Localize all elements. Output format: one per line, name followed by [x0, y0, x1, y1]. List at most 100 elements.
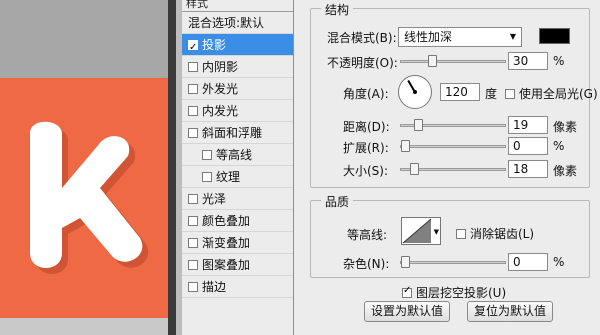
contour-picker[interactable]: ▼ [401, 217, 441, 245]
style-item-checkbox[interactable] [188, 37, 198, 59]
contour-label: 等高线: [347, 228, 388, 242]
anti-alias-checkbox-box[interactable] [456, 229, 466, 239]
noise-input[interactable]: 0 [508, 253, 548, 271]
size-input[interactable]: 18 [508, 160, 548, 178]
spread-label: 扩展(R): [343, 141, 389, 155]
spread-slider[interactable] [400, 140, 506, 152]
style-item[interactable]: 投影 [182, 34, 293, 59]
opacity-input[interactable]: 30 [508, 52, 548, 70]
style-item[interactable]: 等高线 [182, 144, 293, 166]
opacity-slider-thumb[interactable] [428, 55, 437, 67]
chevron-down-icon: ▼ [509, 32, 516, 41]
style-item-label: 描边 [202, 280, 227, 294]
structure-group: 结构 混合模式(B): 线性加深 ▼ 不透明度(O): 30 % 角度(A): … [310, 1, 598, 188]
style-item-label: 渐变叠加 [202, 236, 251, 250]
anti-alias-checkbox[interactable]: 消除锯齿(L) [456, 225, 534, 242]
style-item[interactable]: 描边 [182, 276, 293, 298]
style-item[interactable]: 外发光 [182, 78, 293, 100]
spread-slider-thumb[interactable] [401, 140, 410, 152]
spread-input[interactable]: 0 [508, 137, 548, 155]
style-item-checkbox[interactable] [188, 128, 198, 138]
drop-shadow-settings: 结构 混合模式(B): 线性加深 ▼ 不透明度(O): 30 % 角度(A): … [295, 0, 600, 335]
structure-title: 结构 [321, 1, 354, 18]
style-item-label: 等高线 [216, 148, 253, 162]
chevron-down-icon: ▼ [433, 228, 439, 236]
global-light-label: 使用全局光(G) [519, 87, 598, 101]
style-list-header: 样式 [182, 0, 293, 12]
k-logo-shape [30, 121, 149, 274]
style-item-label: 斜面和浮雕 [202, 126, 263, 140]
contour-graph-icon [402, 218, 432, 244]
style-item-checkbox[interactable] [202, 150, 212, 160]
distance-unit: 像素 [553, 120, 578, 134]
style-item-label: 纹理 [216, 170, 241, 184]
style-item-checkbox[interactable] [188, 238, 198, 248]
style-item[interactable]: 内阴影 [182, 56, 293, 78]
quality-group: 品质 等高线: ▼ 消除锯齿(L) 杂色(N): 0 % [310, 193, 590, 278]
style-item-checkbox[interactable] [188, 62, 198, 72]
style-item[interactable]: 混合选项:默认 [182, 12, 293, 34]
distance-slider-thumb[interactable] [414, 119, 423, 131]
style-item-label: 内阴影 [202, 60, 239, 74]
size-unit: 像素 [553, 164, 578, 178]
layer-knockout-checkbox[interactable]: 图层挖空投影(U) [402, 284, 506, 301]
size-slider[interactable] [400, 163, 506, 175]
style-item[interactable]: 内发光 [182, 100, 293, 122]
noise-slider[interactable] [400, 256, 506, 268]
anti-alias-label: 消除锯齿(L) [470, 227, 535, 241]
style-item-label: 投影 [202, 38, 227, 52]
canvas-preview [0, 0, 168, 335]
global-light-checkbox[interactable]: 使用全局光(G) [505, 85, 598, 102]
angle-dial[interactable] [398, 75, 432, 109]
angle-input[interactable]: 120 [440, 83, 480, 101]
distance-slider[interactable] [400, 119, 506, 131]
style-item-checkbox[interactable] [188, 194, 198, 204]
set-default-button[interactable]: 设置为默认值 [364, 301, 450, 322]
style-item-checkbox[interactable] [202, 172, 212, 182]
style-item[interactable]: 光泽 [182, 188, 293, 210]
panel-divider [168, 0, 176, 335]
style-item[interactable]: 纹理 [182, 166, 293, 188]
style-item-label: 颜色叠加 [202, 214, 251, 228]
style-item-checkbox[interactable] [188, 282, 198, 292]
layer-knockout-checkbox-box[interactable] [402, 285, 412, 298]
style-item[interactable]: 颜色叠加 [182, 210, 293, 232]
noise-unit: % [553, 255, 565, 269]
style-item-label: 图案叠加 [202, 258, 251, 272]
angle-unit: 度 [485, 87, 498, 101]
angle-label: 角度(A): [343, 87, 389, 101]
quality-title: 品质 [321, 193, 354, 210]
style-item-label: 混合选项:默认 [188, 16, 265, 30]
layer-knockout-label: 图层挖空投影(U) [416, 286, 507, 300]
canvas-background [0, 0, 168, 78]
layer-style-list: 样式 混合选项:默认投影内阴影外发光内发光斜面和浮雕等高线纹理光泽颜色叠加渐变叠… [182, 0, 294, 335]
style-item-label: 内发光 [202, 104, 239, 118]
noise-label: 杂色(N): [343, 257, 390, 271]
shadow-color-swatch[interactable] [539, 28, 570, 44]
opacity-label: 不透明度(O): [327, 56, 398, 70]
spread-unit: % [553, 139, 565, 153]
size-slider-thumb[interactable] [410, 163, 419, 175]
style-item-checkbox[interactable] [188, 106, 198, 116]
distance-input[interactable]: 19 [508, 116, 548, 134]
blend-mode-value: 线性加深 [404, 30, 453, 44]
size-label: 大小(S): [343, 164, 389, 178]
style-item-checkbox[interactable] [188, 260, 198, 270]
blend-mode-select[interactable]: 线性加深 ▼ [398, 27, 522, 47]
canvas-bottom [0, 318, 168, 335]
style-item-label: 光泽 [202, 192, 227, 206]
noise-slider-thumb[interactable] [401, 256, 410, 268]
opacity-unit: % [553, 54, 565, 68]
style-item[interactable]: 图案叠加 [182, 254, 293, 276]
style-item-checkbox[interactable] [188, 216, 198, 226]
global-light-checkbox-box[interactable] [505, 89, 515, 99]
style-item[interactable]: 渐变叠加 [182, 232, 293, 254]
angle-dial-center [413, 90, 417, 94]
reset-default-button[interactable]: 复位为默认值 [467, 301, 553, 322]
style-item[interactable]: 斜面和浮雕 [182, 122, 293, 144]
blend-mode-label: 混合模式(B): [327, 31, 397, 45]
style-item-checkbox[interactable] [188, 84, 198, 94]
distance-label: 距离(D): [343, 120, 390, 134]
style-item-label: 外发光 [202, 82, 239, 96]
opacity-slider[interactable] [400, 55, 506, 67]
